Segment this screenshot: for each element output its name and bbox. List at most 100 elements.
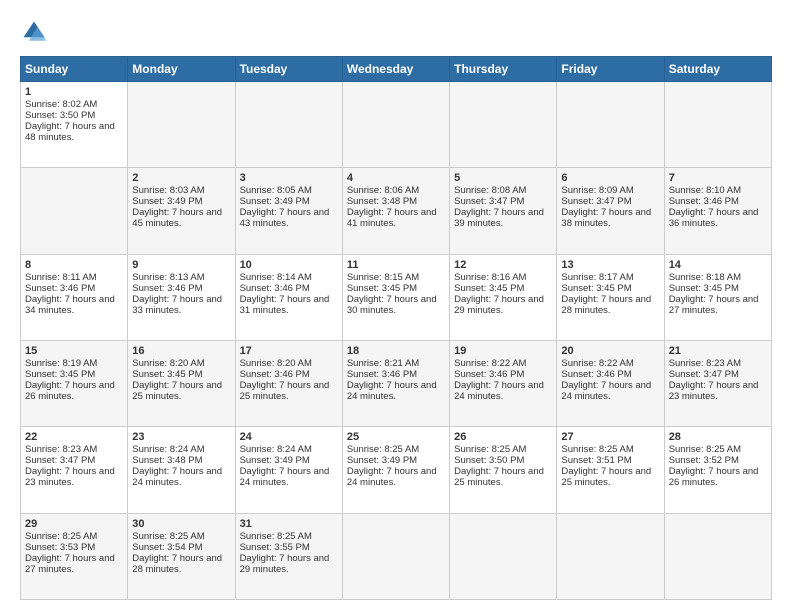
- calendar-cell: 19Sunrise: 8:22 AMSunset: 3:46 PMDayligh…: [450, 340, 557, 426]
- calendar-cell: 11Sunrise: 8:15 AMSunset: 3:45 PMDayligh…: [342, 254, 449, 340]
- sunset: Sunset: 3:47 PM: [25, 455, 95, 466]
- sunset: Sunset: 3:53 PM: [25, 542, 95, 553]
- daylight: Daylight: 7 hours and 36 minutes.: [669, 207, 759, 229]
- sunset: Sunset: 3:46 PM: [240, 369, 310, 380]
- day-number: 10: [240, 259, 338, 271]
- sunset: Sunset: 3:49 PM: [132, 196, 202, 207]
- day-number: 4: [347, 172, 445, 184]
- calendar-cell: [21, 168, 128, 254]
- daylight: Daylight: 7 hours and 45 minutes.: [132, 207, 222, 229]
- calendar-cell: [128, 82, 235, 168]
- daylight: Daylight: 7 hours and 29 minutes.: [454, 294, 544, 316]
- daylight: Daylight: 7 hours and 26 minutes.: [669, 466, 759, 488]
- day-number: 9: [132, 259, 230, 271]
- sunrise: Sunrise: 8:13 AM: [132, 272, 204, 283]
- sunrise: Sunrise: 8:19 AM: [25, 358, 97, 369]
- calendar-cell: 15Sunrise: 8:19 AMSunset: 3:45 PMDayligh…: [21, 340, 128, 426]
- calendar-cell: 25Sunrise: 8:25 AMSunset: 3:49 PMDayligh…: [342, 427, 449, 513]
- week-row: 1Sunrise: 8:02 AMSunset: 3:50 PMDaylight…: [21, 82, 772, 168]
- day-number: 30: [132, 518, 230, 530]
- calendar-cell: [342, 82, 449, 168]
- logo-icon: [20, 18, 48, 46]
- calendar-cell: [664, 82, 771, 168]
- calendar-cell: [557, 82, 664, 168]
- calendar-cell: 1Sunrise: 8:02 AMSunset: 3:50 PMDaylight…: [21, 82, 128, 168]
- sunrise: Sunrise: 8:25 AM: [561, 444, 633, 455]
- sunset: Sunset: 3:50 PM: [454, 455, 524, 466]
- sunrise: Sunrise: 8:25 AM: [347, 444, 419, 455]
- calendar-cell: 26Sunrise: 8:25 AMSunset: 3:50 PMDayligh…: [450, 427, 557, 513]
- calendar-cell: 9Sunrise: 8:13 AMSunset: 3:46 PMDaylight…: [128, 254, 235, 340]
- sunset: Sunset: 3:51 PM: [561, 455, 631, 466]
- sunset: Sunset: 3:46 PM: [454, 369, 524, 380]
- calendar-cell: 8Sunrise: 8:11 AMSunset: 3:46 PMDaylight…: [21, 254, 128, 340]
- sunrise: Sunrise: 8:17 AM: [561, 272, 633, 283]
- calendar-cell: [664, 513, 771, 599]
- sunrise: Sunrise: 8:20 AM: [240, 358, 312, 369]
- week-row: 29 Sunrise: 8:25 AM Sunset: 3:53 PM Dayligh…: [21, 513, 772, 599]
- sunrise: Sunrise: 8:23 AM: [669, 358, 741, 369]
- sunset: Sunset: 3:47 PM: [454, 196, 524, 207]
- day-number: 6: [561, 172, 659, 184]
- sunset: Sunset: 3:47 PM: [669, 369, 739, 380]
- sunrise: Sunrise: 8:23 AM: [25, 444, 97, 455]
- daylight: Daylight: 7 hours and 39 minutes.: [454, 207, 544, 229]
- sunrise: Sunrise: 8:14 AM: [240, 272, 312, 283]
- day-number: 27: [561, 431, 659, 443]
- daylight: Daylight: 7 hours and 24 minutes.: [240, 466, 330, 488]
- week-row: 15Sunrise: 8:19 AMSunset: 3:45 PM Dayligh…: [21, 340, 772, 426]
- sunrise: Sunrise: 8:25 AM: [132, 531, 204, 542]
- calendar-cell: 20Sunrise: 8:22 AMSunset: 3:46 PMDayligh…: [557, 340, 664, 426]
- sunset: Sunset: 3:48 PM: [132, 455, 202, 466]
- daylight: Daylight: 7 hours and 24 minutes.: [454, 380, 544, 402]
- day-number: 19: [454, 345, 552, 357]
- day-number: 25: [347, 431, 445, 443]
- sunset: Sunset: 3:46 PM: [669, 196, 739, 207]
- calendar-cell: 14Sunrise: 8:18 AMSunset: 3:45 PMDayligh…: [664, 254, 771, 340]
- calendar-cell: 28Sunrise: 8:25 AMSunset: 3:52 PMDayligh…: [664, 427, 771, 513]
- calendar-cell: 2Sunrise: 8:03 AMSunset: 3:49 PMDaylight…: [128, 168, 235, 254]
- day-number: 18: [347, 345, 445, 357]
- day-number: 28: [669, 431, 767, 443]
- day-number: 29: [25, 518, 123, 530]
- calendar-cell: [235, 82, 342, 168]
- sunset: Sunset: 3:46 PM: [561, 369, 631, 380]
- calendar-cell: [450, 513, 557, 599]
- calendar-cell: 23Sunrise: 8:24 AMSunset: 3:48 PMDayligh…: [128, 427, 235, 513]
- daylight: Daylight: 7 hours and 28 minutes.: [132, 553, 222, 575]
- sunrise: Sunrise: 8:24 AM: [132, 444, 204, 455]
- day-number: 7: [669, 172, 767, 184]
- daylight: Daylight: 7 hours and 24 minutes.: [561, 380, 651, 402]
- header-row: SundayMondayTuesdayWednesdayThursdayFrid…: [21, 57, 772, 82]
- sunset: Sunset: 3:46 PM: [25, 283, 95, 294]
- day-number: 1: [25, 86, 123, 98]
- sunrise: Sunrise: 8:09 AM: [561, 185, 633, 196]
- daylight: Daylight: 7 hours and 31 minutes.: [240, 294, 330, 316]
- day-number: 20: [561, 345, 659, 357]
- daylight: Daylight: 7 hours and 33 minutes.: [132, 294, 222, 316]
- daylight: Daylight: 7 hours and 25 minutes.: [454, 466, 544, 488]
- calendar-cell: 18Sunrise: 8:21 AMSunset: 3:46 PMDayligh…: [342, 340, 449, 426]
- day-number: 8: [25, 259, 123, 271]
- day-number: 15: [25, 345, 123, 357]
- daylight: Daylight: 7 hours and 23 minutes.: [669, 380, 759, 402]
- sunset: Sunset: 3:49 PM: [347, 455, 417, 466]
- day-number: 31: [240, 518, 338, 530]
- sunset: Sunset: 3:46 PM: [347, 369, 417, 380]
- daylight: Daylight: 7 hours and 24 minutes.: [347, 380, 437, 402]
- sunset: Sunset: 3:49 PM: [240, 196, 310, 207]
- sunrise: Sunrise: 8:11 AM: [25, 272, 97, 283]
- daylight: Daylight: 7 hours and 34 minutes.: [25, 294, 115, 316]
- daylight: Daylight: 7 hours and 43 minutes.: [240, 207, 330, 229]
- sunrise: Sunrise: 8:08 AM: [454, 185, 526, 196]
- day-number: 16: [132, 345, 230, 357]
- calendar-cell: 21Sunrise: 8:23 AMSunset: 3:47 PMDayligh…: [664, 340, 771, 426]
- day-number: 22: [25, 431, 123, 443]
- daylight: Daylight: 7 hours and 48 minutes.: [25, 121, 115, 143]
- calendar-cell: 31Sunrise: 8:25 AMSunset: 3:55 PMDayligh…: [235, 513, 342, 599]
- sunset: Sunset: 3:45 PM: [25, 369, 95, 380]
- sunset: Sunset: 3:55 PM: [240, 542, 310, 553]
- col-header-monday: Monday: [128, 57, 235, 82]
- calendar-cell: [557, 513, 664, 599]
- daylight: Daylight: 7 hours and 24 minutes.: [132, 466, 222, 488]
